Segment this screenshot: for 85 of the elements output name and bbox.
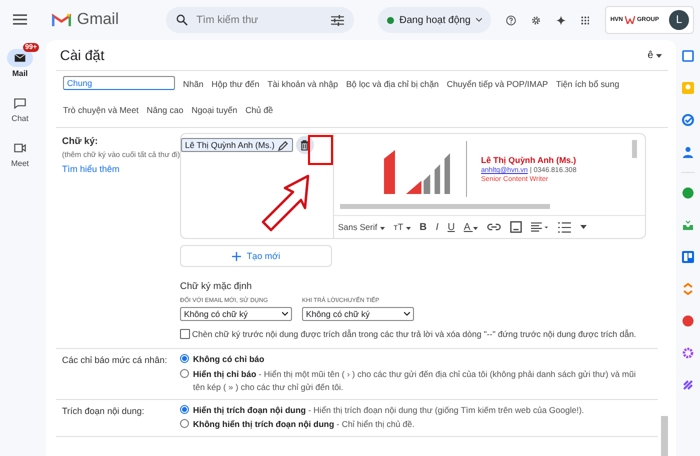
status-button[interactable]: Đang hoạt động bbox=[378, 7, 491, 33]
check-circle-icon[interactable] bbox=[682, 114, 694, 126]
chevron-icon bbox=[404, 312, 410, 316]
option-label: Không hiển thị trích đoạn nội dung - Chỉ hiển thị chủ đề. bbox=[193, 418, 414, 432]
section-label: Trích đoạn nội dung: bbox=[62, 406, 146, 416]
checkbox-label: Chèn chữ ký trước nội dung được trích dẫn trong các thư trả lời và xóa dòng "--" đứng trước nội dung được trích dẫn. bbox=[192, 328, 636, 340]
caret-icon[interactable] bbox=[580, 225, 587, 229]
bold-button[interactable]: B bbox=[420, 222, 427, 232]
learn-more-link[interactable]: Tìm hiểu thêm bbox=[62, 164, 180, 174]
caret-icon bbox=[472, 226, 478, 230]
annotation-arrow bbox=[261, 174, 311, 232]
settings-tab[interactable]: Nâng cao bbox=[146, 102, 184, 123]
plus-icon bbox=[232, 252, 241, 260]
help-icon[interactable] bbox=[506, 12, 516, 28]
option-label: Hiển thị chỉ báo - Hiển thị một mũi tên ( › ) cho các thư gửi đến địa chỉ của tôi (không phải danh sách gửi thư) và mũi tên kép ( » ) cho các thư chỉ gửi đến tôi. bbox=[193, 368, 637, 394]
chevron-icon bbox=[282, 312, 288, 316]
highlight-frame bbox=[308, 135, 333, 165]
search-input[interactable]: Tìm kiếm thư bbox=[194, 13, 326, 27]
mail-logo-icon bbox=[52, 13, 71, 27]
caret-icon bbox=[476, 18, 482, 22]
avatar: L bbox=[669, 10, 689, 30]
signature-select[interactable]: Không có chữ ký bbox=[180, 307, 292, 321]
caret-icon bbox=[406, 227, 411, 230]
settings-tab[interactable]: Tiện ích bổ sung bbox=[556, 76, 620, 97]
app-name: Gmail bbox=[77, 11, 119, 29]
text-color-button[interactable]: A bbox=[464, 222, 478, 232]
default-signature-title: Chữ ký mặc định bbox=[180, 281, 252, 292]
rail-item[interactable]: Meet bbox=[1, 133, 39, 168]
underline-button[interactable]: U bbox=[448, 222, 455, 232]
caret-icon bbox=[656, 54, 662, 58]
section-label: Chữ ký: bbox=[62, 136, 99, 147]
chat-icon bbox=[14, 98, 26, 108]
stripes-icon[interactable] bbox=[682, 379, 694, 391]
signature-name: Lê Thị Quỳnh Anh (Ms.) bbox=[481, 155, 576, 165]
signature-select[interactable]: Không có chữ ký bbox=[302, 307, 414, 321]
language-button[interactable]: ê bbox=[648, 50, 662, 60]
settings-tab[interactable]: Chủ đề bbox=[245, 102, 274, 123]
settings-tab[interactable]: Hộp thư đến bbox=[212, 76, 260, 97]
create-button[interactable]: Tạo mới bbox=[180, 245, 332, 267]
radio-button[interactable] bbox=[180, 369, 189, 378]
apps-grid-icon[interactable] bbox=[580, 14, 590, 26]
rail-item[interactable]: Chat bbox=[1, 88, 39, 123]
bracket-icon[interactable] bbox=[682, 283, 694, 295]
list-icon[interactable] bbox=[558, 222, 571, 232]
settings-tab[interactable]: Chung bbox=[63, 76, 175, 90]
italic-button[interactable]: I bbox=[436, 222, 439, 232]
checkbox[interactable] bbox=[180, 329, 190, 339]
option-label: Không có chỉ báo bbox=[193, 353, 264, 366]
calendar-icon[interactable] bbox=[682, 50, 694, 62]
filter-icon[interactable] bbox=[331, 14, 344, 26]
menu-icon[interactable] bbox=[13, 14, 27, 25]
video-icon bbox=[14, 143, 26, 153]
tray-icon[interactable] bbox=[682, 219, 694, 231]
text-size-button[interactable]: тT bbox=[394, 222, 411, 232]
pencil-icon[interactable] bbox=[278, 140, 289, 150]
radio-button[interactable] bbox=[180, 354, 189, 364]
inbox-icon bbox=[14, 53, 26, 63]
settings-tab[interactable]: Chuyển tiếp và POP/IMAP bbox=[446, 76, 548, 97]
align-icon[interactable] bbox=[530, 222, 549, 232]
settings-tab[interactable]: Bộ lọc và địa chỉ bị chặn bbox=[346, 76, 439, 97]
settings-tab[interactable]: Trò chuyện và Meet bbox=[63, 102, 139, 123]
search-icon bbox=[176, 14, 188, 26]
font-select[interactable]: Sans Serif bbox=[338, 222, 385, 232]
caret-icon bbox=[380, 227, 385, 230]
board-icon[interactable] bbox=[682, 251, 694, 263]
scrollbar-thumb[interactable] bbox=[632, 140, 637, 158]
link-icon[interactable] bbox=[486, 223, 501, 231]
settings-tab[interactable]: Tài khoản và nhập bbox=[267, 76, 338, 97]
page-title: Cài đặt bbox=[60, 47, 104, 63]
trash-icon bbox=[300, 140, 310, 150]
bars-logo-drawing bbox=[382, 150, 452, 194]
scrollbar-thumb[interactable] bbox=[340, 204, 550, 209]
person-icon[interactable] bbox=[682, 146, 694, 158]
status-dot bbox=[387, 16, 394, 24]
flower-icon[interactable] bbox=[682, 347, 694, 359]
radio-button[interactable] bbox=[180, 404, 189, 414]
image-icon[interactable] bbox=[510, 221, 522, 233]
radio-button[interactable] bbox=[180, 419, 189, 428]
settings-tab[interactable]: Ngoại tuyến bbox=[191, 102, 238, 123]
scrollbar-thumb[interactable] bbox=[661, 416, 668, 456]
option-label: Hiển thị trích đoạn nội dung - Hiển thị trích đoạn nội dung thư (giống Tìm kiếm trên web của Google!). bbox=[193, 404, 584, 416]
brand-logo-icon bbox=[624, 16, 635, 24]
section-label: Các chỉ báo mức cá nhân: bbox=[62, 355, 168, 366]
search-field[interactable]: Tìm kiếm thư bbox=[166, 7, 354, 33]
settings-tab[interactable]: Nhãn bbox=[183, 76, 204, 97]
